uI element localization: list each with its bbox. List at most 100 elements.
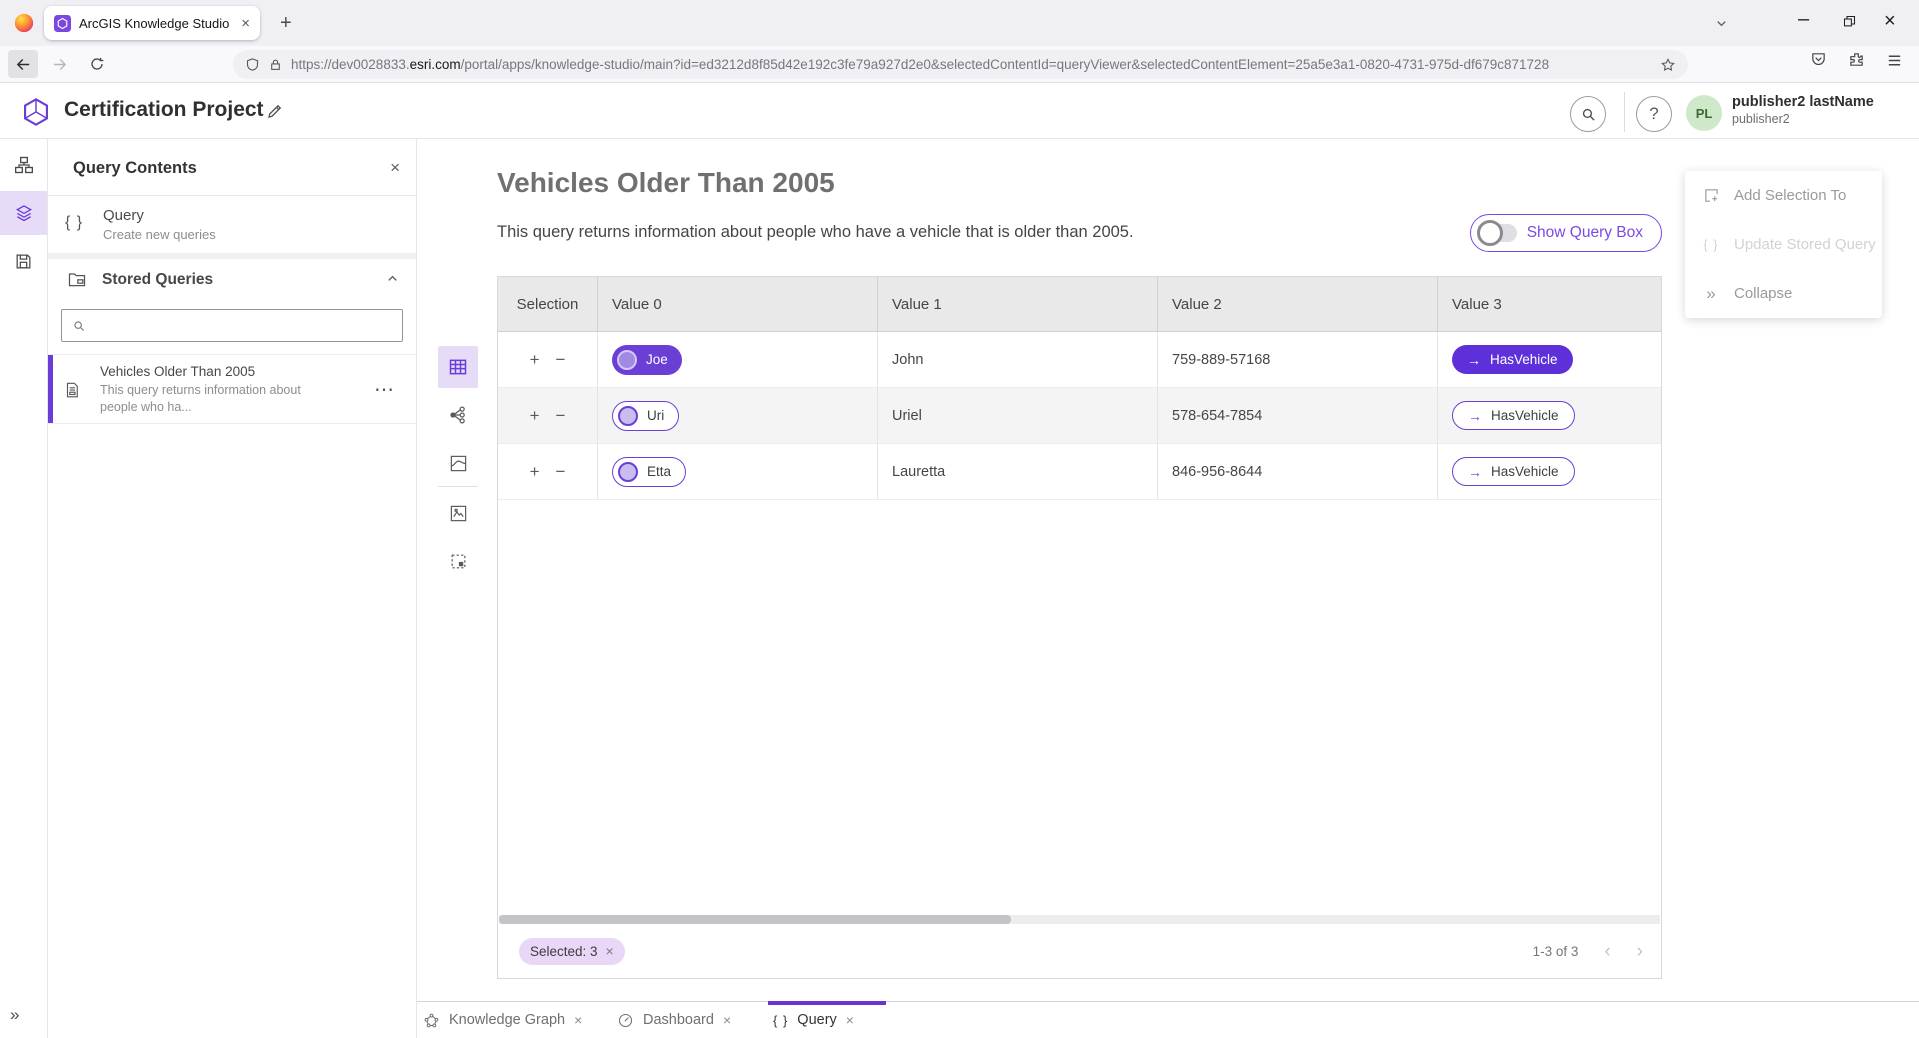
link-chart-icon[interactable] [438,394,478,436]
extensions-puzzle-icon[interactable] [1848,51,1865,68]
bookmark-star-icon[interactable] [1660,57,1676,73]
folder-icon [67,269,87,289]
column-header[interactable]: Value 2 [1158,277,1438,331]
window-minimize-button[interactable]: – [1798,8,1809,31]
column-header[interactable]: Value 3 [1438,277,1661,331]
tab-label: Query [797,1012,837,1028]
tab-knowledge-graph[interactable]: Knowledge Graph × [423,1002,582,1038]
add-to-selection-icon[interactable]: + [530,351,540,368]
relationship-pill[interactable]: → HasVehicle [1452,457,1575,486]
cell-value1: Lauretta [878,444,1158,499]
tab-label: Knowledge Graph [449,1012,565,1028]
stored-queries-search-input[interactable] [61,309,403,342]
edit-pencil-icon[interactable] [266,102,284,120]
search-button[interactable] [1570,96,1606,132]
new-map-icon[interactable] [438,492,478,534]
toggle-knob[interactable] [1477,220,1503,246]
menu-item-add-selection-to[interactable]: Add Selection To [1685,171,1882,220]
add-to-selection-icon[interactable]: + [530,463,540,480]
column-header[interactable]: Value 1 [878,277,1158,331]
help-button[interactable]: ? [1636,96,1672,132]
tab-close-icon[interactable]: × [574,1012,582,1028]
rail-item-data-model-icon[interactable] [0,143,47,187]
remove-from-selection-icon[interactable]: − [556,351,566,368]
page-previous-icon[interactable]: ‹ [1604,942,1610,961]
query-item-title: Query [103,207,144,224]
stored-queries-header[interactable]: Stored Queries [48,259,416,301]
menu-item-label: Update Stored Query [1734,236,1876,253]
lock-icon[interactable] [269,58,282,71]
new-query-item[interactable]: { } Query Create new queries [48,196,416,253]
relationship-pill-selected[interactable]: → HasVehicle [1452,345,1573,374]
new-tab-button[interactable]: + [280,11,292,35]
menu-item-update-stored-query[interactable]: { } Update Stored Query [1685,220,1882,269]
user-name: publisher2 lastName [1732,94,1894,110]
relationship-label: HasVehicle [1491,408,1559,423]
tab-list-chevron-icon[interactable] [1714,16,1729,31]
entity-pill[interactable]: Etta [612,457,686,487]
reload-button[interactable] [82,50,112,78]
braces-icon: { } [773,1013,788,1028]
horizontal-scrollbar[interactable] [499,915,1660,924]
show-query-box-toggle[interactable]: Show Query Box [1470,214,1662,252]
add-to-selection-icon[interactable]: + [530,407,540,424]
tab-close-icon[interactable]: × [846,1012,854,1028]
toggle-label: Show Query Box [1527,224,1643,242]
cell-value2: 759-889-57168 [1158,332,1438,387]
rail-item-save-icon[interactable] [0,239,47,283]
back-button[interactable] [8,50,38,78]
url-bar[interactable]: https://dev0028833.esri.com/portal/apps/… [233,50,1688,79]
browser-tab-title: ArcGIS Knowledge Studio [79,16,233,31]
tab-query[interactable]: { } Query × [773,1002,854,1038]
firefox-logo-icon[interactable] [13,12,35,34]
arrow-right-icon: → [1468,408,1482,424]
table-row[interactable]: + − Uri Uriel 578-654-7854 → HasVehicle [498,388,1661,444]
tab-close-icon[interactable]: × [723,1012,731,1028]
window-close-button[interactable]: × [1884,10,1896,33]
tab-dashboard[interactable]: Dashboard × [617,1002,731,1038]
scrollbar-thumb[interactable] [499,915,1011,924]
browser-tab-active[interactable]: ArcGIS Knowledge Studio × [44,6,260,40]
shield-icon[interactable] [245,57,260,72]
page-next-icon[interactable]: › [1637,942,1643,961]
selected-count-chip[interactable]: Selected: 3 × [519,938,625,965]
table-row[interactable]: + − Joe John 759-889-57168 → HasVehicle [498,332,1661,388]
rail-item-contents-icon[interactable] [0,191,47,235]
clear-selection-icon[interactable]: × [606,943,614,959]
column-header[interactable]: Selection [498,277,598,331]
entity-pill-selected[interactable]: Joe [612,345,682,375]
entity-icon [618,406,638,426]
forward-button[interactable] [44,50,74,78]
search-icon [72,319,86,333]
expand-rail-icon[interactable]: » [10,1005,19,1025]
query-viewer: Vehicles Older Than 2005 This query retu… [497,139,1662,1001]
arrow-right-icon: → [1468,464,1482,480]
user-info[interactable]: publisher2 lastName publisher2 [1732,94,1894,126]
remove-from-selection-icon[interactable]: − [556,463,566,480]
item-options-icon[interactable]: ⋯ [374,377,396,402]
header-divider [1624,92,1625,132]
hamburger-menu-icon[interactable] [1886,52,1903,69]
tab-close-icon[interactable]: × [241,16,250,31]
selection-tools-icon[interactable] [438,540,478,582]
selected-indicator [48,355,53,423]
remove-from-selection-icon[interactable]: − [556,407,566,424]
table-footer: Selected: 3 × 1-3 of 3 ‹ › [498,924,1661,978]
chevron-up-icon[interactable] [385,271,400,286]
window-restore-button[interactable] [1842,14,1857,29]
map-view-icon[interactable] [438,442,478,484]
relationship-pill[interactable]: → HasVehicle [1452,401,1575,430]
toggle-track[interactable] [1479,224,1517,242]
avatar[interactable]: PL [1686,95,1722,131]
column-header[interactable]: Value 0 [598,277,878,331]
panel-close-icon[interactable]: × [390,158,400,178]
app-favicon-icon [54,15,71,32]
cell-value1: John [878,332,1158,387]
table-row[interactable]: + − Etta Lauretta 846-956-8644 → HasVehi… [498,444,1661,500]
pocket-icon[interactable] [1810,51,1827,68]
stored-query-item[interactable]: Vehicles Older Than 2005 This query retu… [48,354,416,424]
entity-pill[interactable]: Uri [612,401,679,431]
browser-tab-strip: ArcGIS Knowledge Studio × + – × [0,0,1919,46]
menu-item-collapse[interactable]: » Collapse [1685,269,1882,318]
table-view-icon[interactable] [438,346,478,388]
